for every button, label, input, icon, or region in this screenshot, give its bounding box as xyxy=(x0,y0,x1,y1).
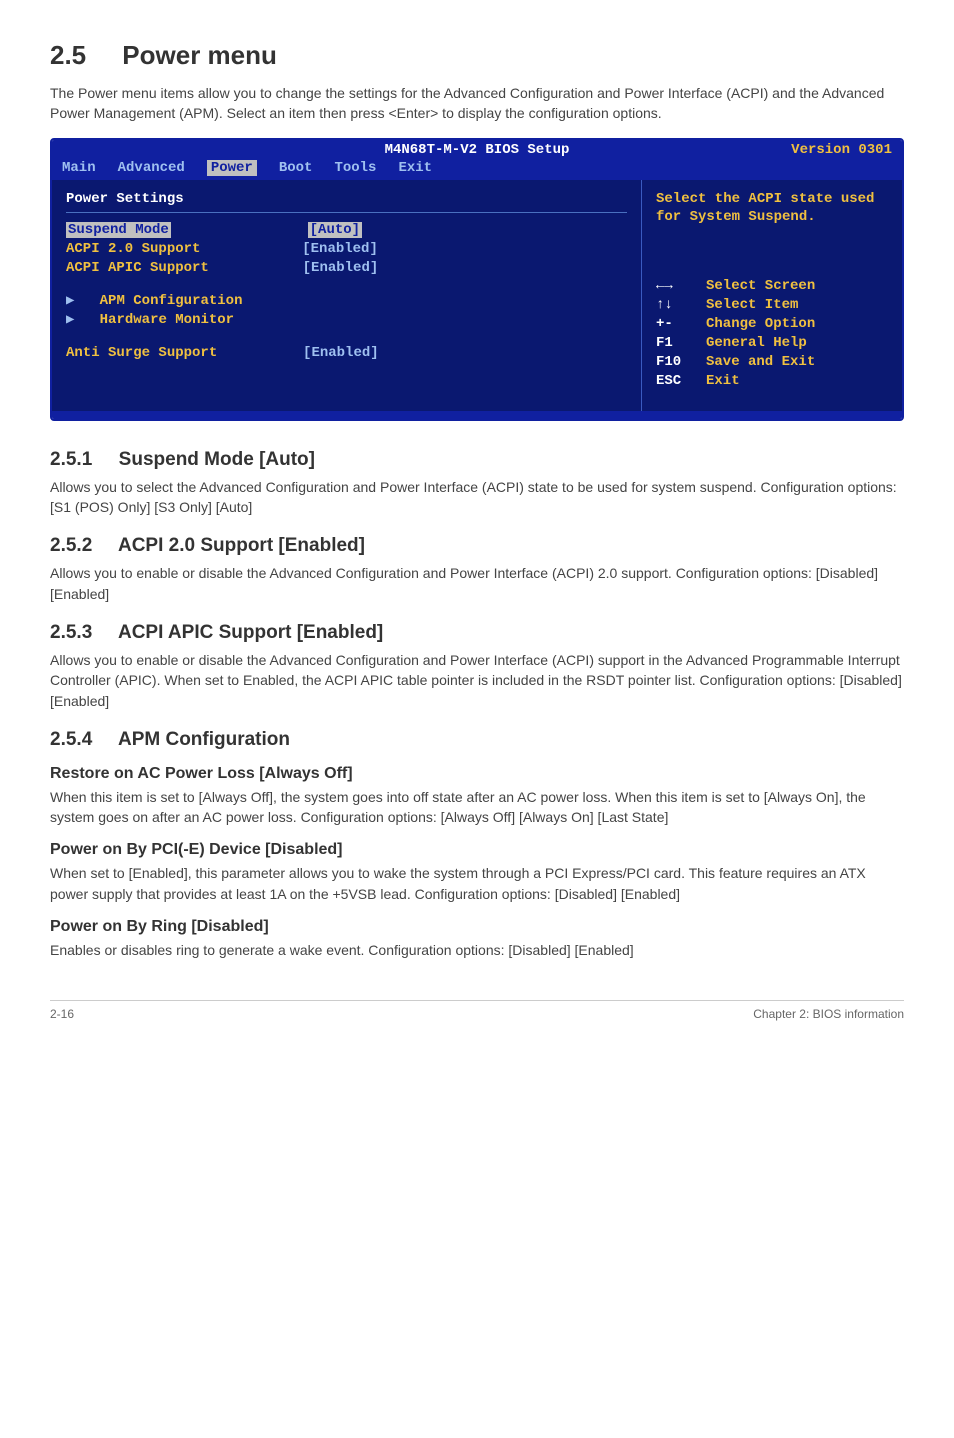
item-value: [Auto] xyxy=(308,222,362,238)
power-pci-heading: Power on By PCI(-E) Device [Disabled] xyxy=(50,841,904,859)
setting-acpi-apic[interactable]: ACPI APIC Support [Enabled] xyxy=(66,259,627,278)
power-settings-heading: Power Settings xyxy=(66,190,627,209)
restore-ac-body: When this item is set to [Always Off], t… xyxy=(50,787,904,828)
submenu-apm-config[interactable]: ▶ APM Configuration xyxy=(66,292,627,311)
item-value: [Enabled] xyxy=(303,345,379,361)
title-number: 2.5 xyxy=(50,40,86,70)
item-label: Hardware Monitor xyxy=(100,312,234,328)
bios-body: Power Settings Suspend Mode [Auto] ACPI … xyxy=(52,180,902,411)
help-key: F1 xyxy=(656,334,698,353)
power-pci-body: When set to [Enabled], this parameter al… xyxy=(50,863,904,904)
section-title: ACPI APIC Support [Enabled] xyxy=(118,622,383,643)
tab-tools[interactable]: Tools xyxy=(334,160,376,176)
submenu-arrow-icon: ▶ xyxy=(66,293,74,309)
help-key: +- xyxy=(656,315,698,334)
section-252-body: Allows you to enable or disable the Adva… xyxy=(50,563,904,604)
bios-right-panel: Select the ACPI state used for System Su… xyxy=(642,180,902,411)
page-footer: 2-16 Chapter 2: BIOS information xyxy=(50,1000,904,1021)
setting-anti-surge[interactable]: Anti Surge Support [Enabled] xyxy=(66,344,627,363)
help-keys: ←→ Select Screen ↑↓ Select Item +- Change O… xyxy=(656,277,888,390)
section-title: APM Configuration xyxy=(118,729,290,750)
context-help-text: Select the ACPI state used for System Su… xyxy=(656,190,888,228)
help-key: ESC xyxy=(656,372,698,391)
section-number: 2.5.1 xyxy=(50,449,92,470)
section-title: Suspend Mode [Auto] xyxy=(119,449,315,470)
power-ring-body: Enables or disables ring to generate a w… xyxy=(50,940,904,960)
intro-paragraph: The Power menu items allow you to change… xyxy=(50,83,904,124)
bios-setup-title: M4N68T-M-V2 BIOS Setup xyxy=(52,142,902,158)
section-number: 2.5.2 xyxy=(50,535,92,556)
page-title: 2.5 Power menu xyxy=(50,40,904,71)
help-key: F10 xyxy=(656,353,698,372)
bios-tabs: Main Advanced Power Boot Tools Exit xyxy=(62,160,432,176)
section-253-body: Allows you to enable or disable the Adva… xyxy=(50,650,904,711)
tab-boot[interactable]: Boot xyxy=(279,160,313,176)
help-key-row: ↑↓ Select Item xyxy=(656,296,888,315)
item-label: Anti Surge Support xyxy=(66,345,217,361)
help-key-row: ESC Exit xyxy=(656,372,888,391)
section-251-body: Allows you to select the Advanced Config… xyxy=(50,477,904,518)
item-value: [Enabled] xyxy=(302,241,378,257)
item-label: Suspend Mode xyxy=(66,222,171,238)
help-desc: Save and Exit xyxy=(706,353,815,372)
section-251-heading: 2.5.1 Suspend Mode [Auto] xyxy=(50,449,904,471)
chapter-label: Chapter 2: BIOS information xyxy=(753,1007,904,1021)
item-value: [Enabled] xyxy=(303,260,379,276)
tab-exit[interactable]: Exit xyxy=(398,160,432,176)
help-key: ↑↓ xyxy=(656,296,698,315)
help-desc: Exit xyxy=(706,372,740,391)
tab-power[interactable]: Power xyxy=(207,160,257,176)
help-key-row: F1 General Help xyxy=(656,334,888,353)
help-key: ←→ xyxy=(656,277,698,296)
item-label: APM Configuration xyxy=(100,293,243,309)
section-254-heading: 2.5.4 APM Configuration xyxy=(50,729,904,751)
submenu-hardware-monitor[interactable]: ▶ Hardware Monitor xyxy=(66,311,627,330)
tab-advanced[interactable]: Advanced xyxy=(118,160,185,176)
bios-header: M4N68T-M-V2 BIOS Setup Version 0301 Main… xyxy=(52,140,902,180)
tab-main[interactable]: Main xyxy=(62,160,96,176)
help-desc: General Help xyxy=(706,334,807,353)
setting-acpi-20[interactable]: ACPI 2.0 Support [Enabled] xyxy=(66,240,627,259)
title-text: Power menu xyxy=(122,40,277,70)
help-key-row: F10 Save and Exit xyxy=(656,353,888,372)
section-title: ACPI 2.0 Support [Enabled] xyxy=(118,535,365,556)
help-desc: Change Option xyxy=(706,315,815,334)
bios-left-panel: Power Settings Suspend Mode [Auto] ACPI … xyxy=(52,180,642,411)
setting-suspend-mode[interactable]: Suspend Mode [Auto] xyxy=(66,221,627,240)
bios-footer-bar xyxy=(52,411,902,419)
section-number: 2.5.3 xyxy=(50,622,92,643)
section-number: 2.5.4 xyxy=(50,729,92,750)
help-desc: Select Screen xyxy=(706,277,815,296)
submenu-arrow-icon: ▶ xyxy=(66,312,74,328)
power-ring-heading: Power on By Ring [Disabled] xyxy=(50,918,904,936)
restore-ac-heading: Restore on AC Power Loss [Always Off] xyxy=(50,765,904,783)
help-key-row: ←→ Select Screen xyxy=(656,277,888,296)
section-252-heading: 2.5.2 ACPI 2.0 Support [Enabled] xyxy=(50,535,904,557)
bios-version: Version 0301 xyxy=(791,142,892,158)
help-desc: Select Item xyxy=(706,296,798,315)
help-key-row: +- Change Option xyxy=(656,315,888,334)
bios-screenshot: M4N68T-M-V2 BIOS Setup Version 0301 Main… xyxy=(50,138,904,421)
section-253-heading: 2.5.3 ACPI APIC Support [Enabled] xyxy=(50,622,904,644)
divider xyxy=(66,212,627,213)
page-number: 2-16 xyxy=(50,1007,74,1021)
item-label: ACPI 2.0 Support xyxy=(66,241,200,257)
item-label: ACPI APIC Support xyxy=(66,260,209,276)
